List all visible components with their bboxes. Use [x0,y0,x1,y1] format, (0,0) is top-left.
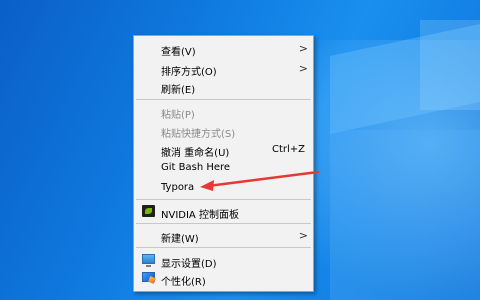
desktop-context-menu: 查看(V) > 排序方式(O) > 刷新(E) 粘贴(P) 粘贴快捷方式(S) … [133,35,314,292]
menu-item-label: 撤消 重命名(U) [161,148,230,159]
nvidia-icon [142,205,155,217]
menu-separator [136,99,311,100]
menu-item-paste: 粘贴(P) [134,103,313,121]
menu-item-nvidia-control-panel[interactable]: NVIDIA 控制面板 [134,203,313,221]
menu-item-label: 新建(W) [161,234,199,245]
menu-item-label: 个性化(R) [161,277,206,288]
menu-item-label: 排序方式(O) [161,67,217,78]
chevron-right-icon: > [298,62,308,75]
chevron-right-icon: > [298,229,308,242]
menu-item-label: 粘贴(P) [161,110,195,121]
wallpaper-window-pane [330,130,480,300]
menu-item-shortcut: Ctrl+Z [271,144,305,155]
menu-item-git-bash-here[interactable]: Git Bash Here [134,159,313,176]
menu-item-refresh[interactable]: 刷新(E) [134,78,313,96]
menu-item-label: Typora [161,182,195,193]
menu-item-display-settings[interactable]: 显示设置(D) [134,252,313,270]
menu-separator [136,199,311,200]
menu-item-label: 查看(V) [161,47,196,58]
menu-item-label: Git Bash Here [161,162,231,173]
display-settings-icon [142,254,155,267]
menu-item-label: 刷新(E) [161,85,196,96]
menu-item-label: NVIDIA 控制面板 [161,210,239,221]
menu-item-paste-shortcut: 粘贴快捷方式(S) [134,122,313,140]
menu-item-view[interactable]: 查看(V) > [134,40,313,58]
menu-item-new[interactable]: 新建(W) > [134,227,313,245]
menu-item-typora[interactable]: Typora [134,179,313,196]
menu-item-sort-by[interactable]: 排序方式(O) > [134,60,313,78]
menu-item-label: 显示设置(D) [161,259,217,270]
personalize-icon [142,272,155,282]
chevron-right-icon: > [298,42,308,55]
wallpaper-window-pane [420,20,480,110]
menu-item-undo-rename[interactable]: 撤消 重命名(U) Ctrl+Z [134,141,313,159]
menu-item-label: 粘贴快捷方式(S) [161,129,236,140]
menu-separator [136,247,311,248]
menu-item-personalize[interactable]: 个性化(R) [134,270,313,288]
menu-separator [136,223,311,224]
